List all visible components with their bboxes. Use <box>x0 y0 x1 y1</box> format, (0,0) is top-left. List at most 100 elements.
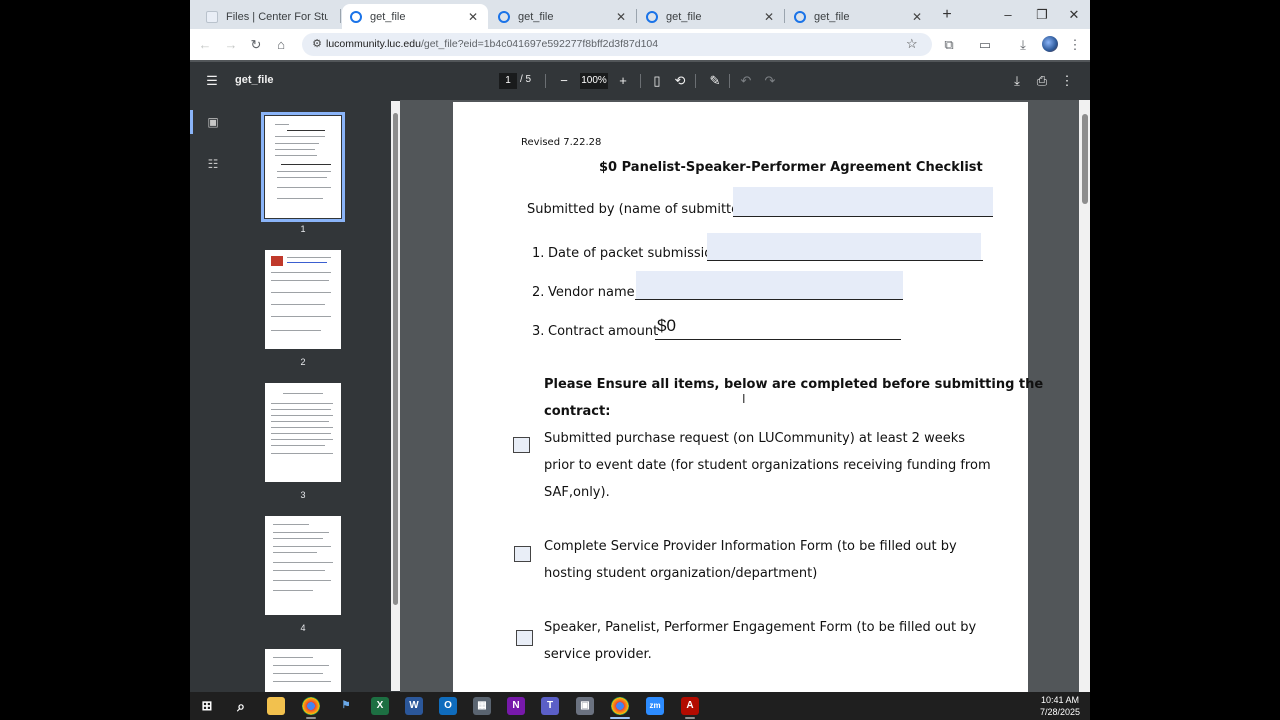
checklist-text: Speaker, Panelist, Performer Engagement … <box>544 620 977 635</box>
zoom-out-icon[interactable]: − <box>556 73 572 89</box>
app-icon[interactable]: ⚑ <box>337 697 355 715</box>
contract-underline <box>655 339 901 340</box>
thumbnails-view-icon[interactable]: ▣ <box>206 115 220 129</box>
vendor-name-field[interactable] <box>636 271 903 299</box>
tab-get-file-3[interactable]: get_file ✕ <box>638 4 784 29</box>
new-tab-button[interactable]: + <box>938 6 956 24</box>
profile-avatar[interactable] <box>1042 36 1058 52</box>
toolbar-divider <box>640 74 641 88</box>
url-host: lucommunity.luc.edu <box>326 38 421 50</box>
site-info-icon[interactable]: ⚙ <box>310 37 324 51</box>
close-tab-icon[interactable]: ✕ <box>614 10 628 24</box>
thumbnail-number: 2 <box>300 357 306 367</box>
main-scrollbar-thumb[interactable] <box>1082 114 1088 204</box>
tab-separator <box>636 9 637 23</box>
word-icon[interactable]: W <box>405 697 423 715</box>
item-number: 3. <box>532 324 545 339</box>
forward-arrow-icon[interactable]: → <box>222 36 240 54</box>
address-bar[interactable]: ⚙ lucommunity.luc.edu/get_file?eid=1b4c0… <box>302 33 932 56</box>
home-icon[interactable]: ⌂ <box>272 36 290 54</box>
close-tab-icon[interactable]: ✕ <box>466 10 480 24</box>
page-thumbnail-5[interactable] <box>265 649 341 692</box>
checklist-text: Complete Service Provider Information Fo… <box>544 539 957 554</box>
download-icon[interactable]: ⤓ <box>1009 73 1025 89</box>
zoom-in-icon[interactable]: + <box>615 73 631 89</box>
tab-title: get_file <box>814 10 850 23</box>
pdf-more-options-icon[interactable]: ⋮ <box>1059 73 1075 89</box>
main-scrollbar[interactable] <box>1079 100 1090 692</box>
close-tab-icon[interactable]: ✕ <box>762 10 776 24</box>
restore-window-icon[interactable]: ❐ <box>1032 6 1052 24</box>
checklist-text: service provider. <box>544 647 652 662</box>
excel-icon[interactable]: X <box>371 697 389 715</box>
tab-strip: Files | Center For Student get_file ✕ ge… <box>190 0 1090 29</box>
reload-icon[interactable]: ↻ <box>247 36 265 54</box>
tab-get-file-4[interactable]: get_file ✕ <box>786 4 932 29</box>
thumbnail-sidebar: ▣ ☷ 1 2 3 4 <box>190 100 400 692</box>
contract-amount-value[interactable]: $0 <box>657 316 676 336</box>
annotate-icon[interactable]: ✎ <box>707 73 723 89</box>
toolbar-divider <box>695 74 696 88</box>
back-arrow-icon[interactable]: ← <box>196 36 214 54</box>
luc-favicon-icon <box>498 10 510 23</box>
checkbox-engagement-form[interactable] <box>516 630 533 646</box>
luc-favicon-icon <box>794 10 806 23</box>
chrome-active-icon[interactable] <box>611 697 629 715</box>
checkbox-service-provider-form[interactable] <box>514 546 531 562</box>
toolbar-divider <box>729 74 730 88</box>
acrobat-icon[interactable]: A <box>681 697 699 715</box>
sidebar-menu-icon[interactable]: ☰ <box>204 73 220 89</box>
file-explorer-icon[interactable] <box>267 697 285 715</box>
url-text[interactable]: lucommunity.luc.edu/get_file?eid=1b4c041… <box>326 38 658 50</box>
undo-icon[interactable]: ↶ <box>738 73 754 89</box>
snipping-tool-icon[interactable]: ▣ <box>576 697 594 715</box>
page-thumbnail-3[interactable] <box>265 383 341 482</box>
close-window-icon[interactable]: ✕ <box>1064 6 1084 24</box>
page-thumbnail-2[interactable] <box>265 250 341 349</box>
date-of-submission-field[interactable] <box>707 233 981 260</box>
taskbar-clock[interactable]: 10:41 AM 7/28/2025 <box>1040 694 1080 718</box>
tab-get-file-2[interactable]: get_file ✕ <box>490 4 636 29</box>
extensions-icon[interactable]: ⧉ <box>940 36 958 54</box>
running-indicator <box>306 717 316 719</box>
fit-page-icon[interactable]: ▯ <box>649 73 665 89</box>
close-tab-icon[interactable]: ✕ <box>910 10 924 24</box>
tab-files[interactable]: Files | Center For Student <box>198 4 336 29</box>
rotate-icon[interactable]: ⟲ <box>672 73 688 89</box>
rail-selection-indicator <box>190 110 193 134</box>
calculator-icon[interactable]: ▦ <box>473 697 491 715</box>
outline-view-icon[interactable]: ☷ <box>206 157 220 171</box>
document-heading: $0 Panelist-Speaker-Performer Agreement … <box>599 160 983 175</box>
checkbox-purchase-request[interactable] <box>513 437 530 453</box>
tab-title: get_file <box>518 10 554 23</box>
active-indicator <box>610 717 630 719</box>
tab-separator <box>784 9 785 23</box>
date-underline <box>707 260 983 261</box>
outlook-icon[interactable]: O <box>439 697 457 715</box>
page-thumbnail-1[interactable] <box>261 112 345 222</box>
browser-window: Files | Center For Student get_file ✕ ge… <box>190 0 1090 692</box>
thumbnail-number: 4 <box>300 623 306 633</box>
minimize-window-icon[interactable]: – <box>998 6 1018 24</box>
print-icon[interactable]: ⎙ <box>1034 73 1050 89</box>
page-number-input[interactable]: 1 <box>499 73 517 89</box>
browser-menu-icon[interactable]: ⋮ <box>1066 36 1084 54</box>
bookmark-star-icon[interactable]: ☆ <box>906 36 918 52</box>
chrome-icon[interactable] <box>302 697 320 715</box>
search-icon[interactable]: ⌕ <box>232 697 250 715</box>
downloads-icon[interactable]: ⤓ <box>1014 36 1032 54</box>
sidebar-scrollbar-thumb[interactable] <box>393 113 398 605</box>
cast-icon[interactable]: ▭ <box>976 36 994 54</box>
zoom-app-icon[interactable]: zm <box>646 697 664 715</box>
tab-get-file-1[interactable]: get_file ✕ <box>342 4 488 29</box>
sidebar-scrollbar[interactable] <box>391 101 400 691</box>
pdf-document-title: get_file <box>235 74 274 86</box>
item-number: 1. <box>532 246 545 261</box>
redo-icon[interactable]: ↷ <box>762 73 778 89</box>
submitted-by-field[interactable] <box>733 187 993 216</box>
page-thumbnail-4[interactable] <box>265 516 341 615</box>
zoom-input[interactable]: 100% <box>580 73 608 89</box>
teams-icon[interactable]: T <box>541 697 559 715</box>
windows-start-icon[interactable]: ⊞ <box>198 697 216 715</box>
onenote-icon[interactable]: N <box>507 697 525 715</box>
